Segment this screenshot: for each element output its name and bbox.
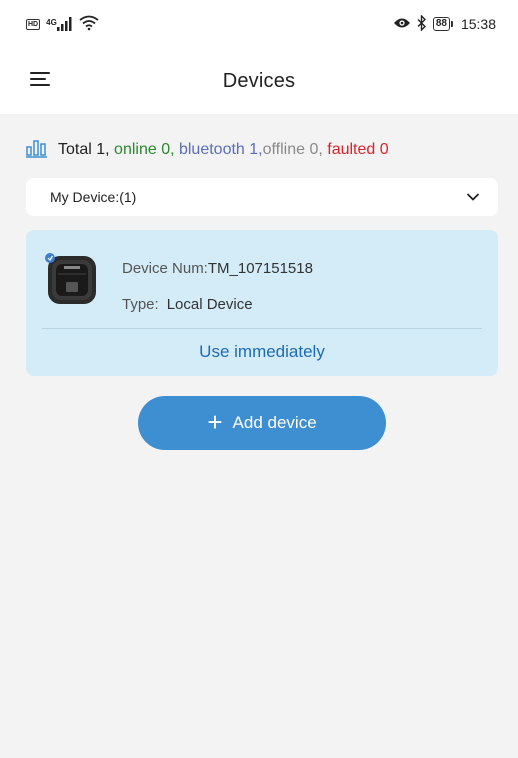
device-stats: Total 1, online 0, bluetooth 1, offline … [26,138,496,162]
hd-icon: HD [26,18,41,30]
device-card[interactable]: Device Num:TM_107151518 Type: Local Devic… [26,230,498,376]
my-device-dropdown[interactable]: My Device:(1) [26,178,498,216]
add-device-button[interactable]: + Add device [138,396,386,450]
app-header: Devices [0,48,518,114]
clock: 15:38 [460,16,496,32]
stat-bluetooth: bluetooth 1, [174,141,263,158]
bar-chart-icon [26,138,48,163]
plus-icon: + [207,407,223,437]
status-bar: HD 4G 88 15:38 [0,0,518,48]
device-type-label: Type: [122,296,159,313]
stat-offline: offline 0, [262,141,323,158]
device-number: Device Num:TM_107151518 [122,260,313,277]
stat-total: Total 1, [58,141,110,158]
battery-icon: 88 [432,17,453,31]
bluetooth-icon [417,13,427,34]
eye-icon [393,16,411,32]
stat-faulted: faulted 0 [322,141,389,158]
device-number-label: Device Num: [122,260,208,277]
add-device-label: Add device [232,413,317,432]
signal-icon: 4G [46,17,73,31]
device-type: Type: Local Device [122,296,253,313]
hamburger-menu-icon[interactable] [30,70,50,88]
status-left: HD 4G [26,15,99,34]
chevron-down-icon [466,189,480,205]
wifi-icon [79,15,99,34]
device-number-value: TM_107151518 [207,260,313,277]
device-type-value: Local Device [166,296,253,313]
page-title: Devices [222,69,296,92]
battery-level: 88 [432,17,450,31]
use-immediately-button[interactable]: Use immediately [26,328,498,376]
device-thumbnail [44,252,100,308]
stat-online: online 0, [109,141,175,158]
status-right: 88 15:38 [393,13,496,34]
network-type-label: 4G [46,18,57,27]
my-device-label: My Device:(1) [50,189,137,205]
